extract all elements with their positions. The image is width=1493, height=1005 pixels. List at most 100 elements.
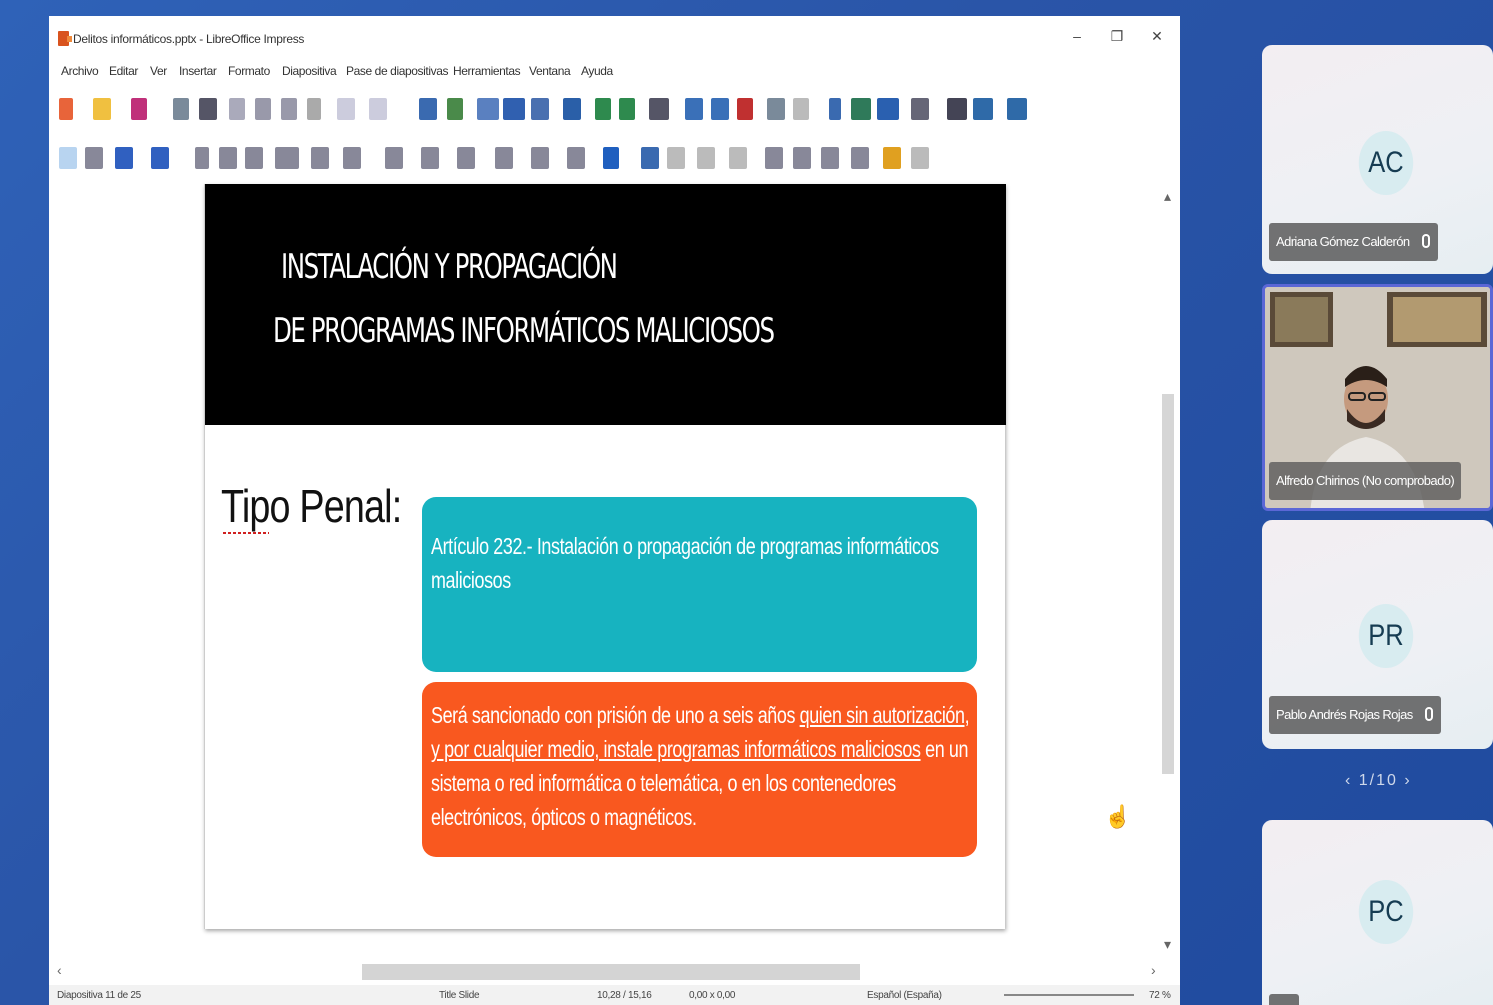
clone-format-icon[interactable]	[307, 98, 321, 120]
display-views-icon[interactable]	[477, 98, 499, 120]
copy-icon[interactable]	[255, 98, 271, 120]
pager-next-icon[interactable]: ›	[1398, 772, 1412, 789]
undo-icon[interactable]	[337, 98, 355, 120]
menu-ver[interactable]: Ver	[150, 64, 167, 78]
basic-shapes-icon[interactable]	[385, 147, 403, 169]
line-color-icon[interactable]	[115, 147, 133, 169]
restore-button[interactable]: ❐	[1107, 28, 1127, 45]
duplicate-slide-icon[interactable]	[619, 98, 635, 120]
menu-editar[interactable]: Editar	[109, 64, 138, 78]
export-pdf-icon[interactable]	[173, 98, 189, 120]
close-button[interactable]: ✕	[1147, 28, 1167, 45]
spelling-icon[interactable]	[447, 98, 463, 120]
sidebar-icon-2[interactable]	[973, 98, 993, 120]
status-bar: Diapositiva 11 de 25 Title Slide 10,28 /…	[49, 985, 1180, 1005]
fontwork-icon[interactable]	[829, 98, 841, 120]
participant-avatar: AC	[1358, 131, 1414, 195]
rectangle-icon[interactable]	[219, 147, 237, 169]
paste-icon[interactable]	[281, 98, 297, 120]
scroll-down-icon[interactable]: ▾	[1164, 936, 1171, 953]
align-icon[interactable]	[765, 147, 783, 169]
zoom-slider[interactable]	[1004, 994, 1134, 996]
hyperlink-icon[interactable]	[851, 98, 871, 120]
find-replace-icon[interactable]	[419, 98, 437, 120]
slide-title-line1: INSTALACIÓN Y PROPAGACIÓN	[281, 247, 618, 287]
participant-tile-2-video[interactable]: Alfredo Chirinos (No comprobado)	[1262, 284, 1493, 511]
arrow-icon[interactable]	[275, 147, 299, 169]
menu-formato[interactable]: Formato	[228, 64, 270, 78]
print-icon[interactable]	[199, 98, 217, 120]
zoom-pan-icon[interactable]	[85, 147, 103, 169]
shadow-icon[interactable]	[821, 147, 839, 169]
slide-layout-icon[interactable]	[531, 98, 549, 120]
save-icon[interactable]	[131, 98, 147, 120]
line-icon[interactable]	[195, 147, 209, 169]
minimize-button[interactable]: –	[1067, 28, 1087, 44]
textbox-icon[interactable]	[767, 98, 785, 120]
rotate-icon[interactable]	[729, 147, 747, 169]
horizontal-scrollbar[interactable]: ‹ ›	[49, 962, 1180, 982]
ellipse-icon[interactable]	[245, 147, 263, 169]
menu-ventana[interactable]: Ventana	[529, 64, 571, 78]
crop-icon[interactable]	[851, 147, 869, 169]
filter-icon[interactable]	[883, 147, 901, 169]
scroll-right-icon[interactable]: ›	[1151, 962, 1156, 978]
vertical-scrollbar[interactable]: ▴ ▾	[1162, 184, 1178, 964]
sidebar-icon-1[interactable]	[947, 98, 967, 120]
impress-window: Delitos informáticos.pptx - LibreOffice …	[49, 16, 1180, 1005]
participant-tile-1[interactable]: AC Adriana Gómez Calderón	[1262, 45, 1493, 274]
menu-diapositiva[interactable]: Diapositiva	[282, 64, 337, 78]
open-icon[interactable]	[93, 98, 111, 120]
menu-ayuda[interactable]: Ayuda	[581, 64, 613, 78]
master-slide-icon[interactable]	[503, 98, 525, 120]
chart-icon[interactable]	[737, 98, 753, 120]
participant-tile-4[interactable]: PC	[1262, 820, 1493, 1005]
slide-canvas[interactable]: INSTALACIÓN Y PROPAGACIÓN DE PROGRAMAS I…	[204, 184, 1006, 929]
glue-points-icon[interactable]	[667, 147, 685, 169]
cut-icon[interactable]	[229, 98, 245, 120]
fill-color-icon[interactable]	[151, 147, 169, 169]
pager-prev-icon[interactable]: ‹	[1345, 772, 1359, 789]
arrange-icon[interactable]	[793, 147, 811, 169]
language-indicator[interactable]: Español (España)	[867, 990, 942, 1001]
more-shapes-icon[interactable]	[911, 147, 929, 169]
participant-name: Alfredo Chirinos (No comprobado)	[1276, 473, 1455, 488]
menu-archivo[interactable]: Archivo	[61, 64, 99, 78]
redo-icon[interactable]	[369, 98, 387, 120]
title-bar: Delitos informáticos.pptx - LibreOffice …	[49, 16, 1180, 62]
stars-icon[interactable]	[567, 147, 585, 169]
menu-insertar[interactable]: Insertar	[179, 64, 217, 78]
menu-herramientas[interactable]: Herramientas	[453, 64, 521, 78]
symbol-shapes-icon[interactable]	[421, 147, 439, 169]
vertical-scroll-thumb[interactable]	[1162, 394, 1174, 774]
horizontal-scroll-thumb[interactable]	[362, 964, 860, 980]
start-presentation-icon[interactable]	[563, 98, 581, 120]
curve-icon[interactable]	[311, 147, 329, 169]
image-icon[interactable]	[685, 98, 703, 120]
toggle-extrusion-icon[interactable]	[697, 147, 715, 169]
new-icon[interactable]	[59, 98, 73, 120]
3d-objects-icon[interactable]	[603, 147, 619, 169]
article-box: Artículo 232.- Instalación o propagación…	[422, 497, 977, 672]
scroll-left-icon[interactable]: ‹	[57, 962, 62, 978]
scroll-up-icon[interactable]: ▴	[1164, 188, 1171, 205]
connector-icon[interactable]	[343, 147, 361, 169]
flowchart-icon[interactable]	[495, 147, 513, 169]
menu-pase-diapositivas[interactable]: Pase de diapositivas	[346, 64, 448, 78]
callouts-icon[interactable]	[531, 147, 549, 169]
block-arrows-icon[interactable]	[457, 147, 475, 169]
table-icon[interactable]	[649, 98, 669, 120]
new-slide-icon[interactable]	[595, 98, 611, 120]
header-footer-icon[interactable]	[911, 98, 929, 120]
standard-toolbar	[59, 92, 1059, 126]
slide-header-band: INSTALACIÓN Y PROPAGACIÓN DE PROGRAMAS I…	[205, 184, 1006, 425]
sidebar-icon-3[interactable]	[1007, 98, 1027, 120]
participant-tile-3[interactable]: PR Pablo Andrés Rojas Rojas	[1262, 520, 1493, 749]
object-size: 0,00 x 0,00	[689, 990, 736, 1001]
special-character-icon[interactable]	[793, 98, 809, 120]
media-icon[interactable]	[711, 98, 729, 120]
zoom-level[interactable]: 72 %	[1149, 990, 1171, 1001]
points-icon[interactable]	[641, 147, 659, 169]
comment-icon[interactable]	[877, 98, 899, 120]
select-icon[interactable]	[59, 147, 77, 169]
